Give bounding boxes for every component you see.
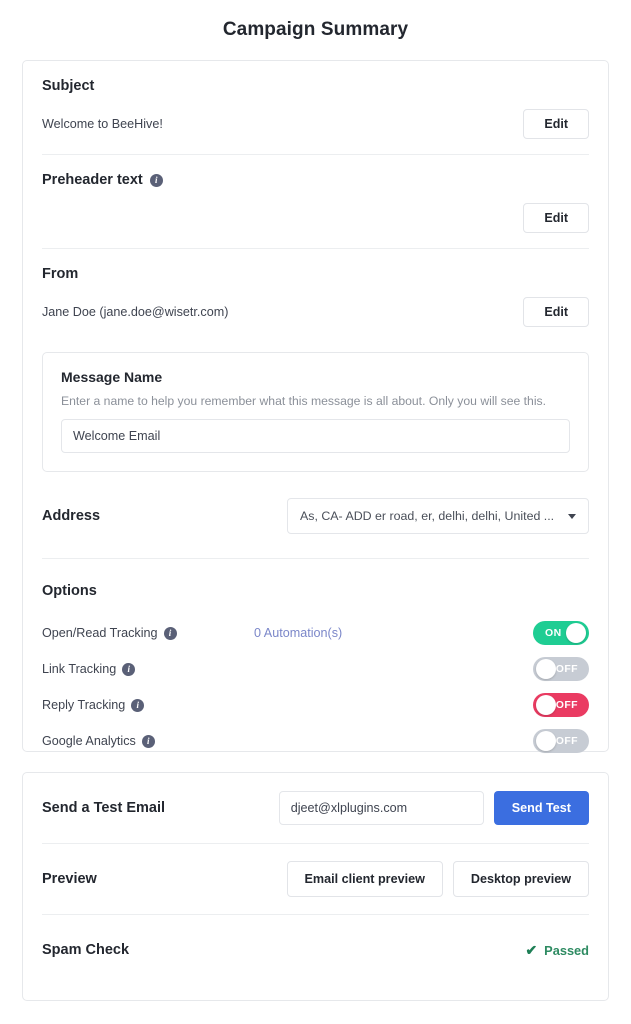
edit-subject-button[interactable]: Edit xyxy=(523,108,589,139)
campaign-summary-card: Subject Welcome to BeeHive! Edit Prehead… xyxy=(22,60,609,753)
preheader-section: Preheader text i Edit xyxy=(23,155,608,248)
address-label: Address xyxy=(42,508,101,524)
subject-value: Welcome to BeeHive! xyxy=(42,116,163,131)
send-test-email-label: Send a Test Email xyxy=(42,800,166,816)
option-label: Reply Tracking xyxy=(42,698,126,712)
toggle-state-label: ON xyxy=(545,627,562,639)
toggle-knob xyxy=(536,731,556,751)
preheader-heading: Preheader text i xyxy=(42,172,589,188)
subject-row: Welcome to BeeHive! Edit xyxy=(42,107,589,140)
status-badge: Passed xyxy=(544,942,589,958)
campaign-tools-card: Send a Test Email Send Test Preview Emai… xyxy=(22,772,609,1001)
toggle-knob xyxy=(566,623,586,643)
address-selected-value: As, CA- ADD er road, er, delhi, delhi, U… xyxy=(300,509,555,523)
email-client-preview-button[interactable]: Email client preview xyxy=(286,861,443,897)
option-label-wrap: Google Analytics i xyxy=(42,734,254,748)
message-name-title: Message Name xyxy=(61,369,163,385)
test-email-input[interactable] xyxy=(278,791,484,825)
spam-check-label: Spam Check xyxy=(42,942,130,958)
preview-row: Preview Email client preview Desktop pre… xyxy=(23,844,608,914)
toggle-state-label: OFF xyxy=(555,663,578,675)
page-title: Campaign Summary xyxy=(222,19,409,40)
address-section: Address As, CA- ADD er road, er, delhi, … xyxy=(23,472,608,558)
check-icon: ✔ xyxy=(525,942,538,958)
desktop-preview-button[interactable]: Desktop preview xyxy=(452,861,589,897)
toggle-knob xyxy=(536,659,556,679)
info-icon[interactable]: i xyxy=(163,626,177,640)
spam-check-status: ✔ Passed xyxy=(525,943,589,958)
message-name-panel: Message Name Enter a name to help you re… xyxy=(42,352,589,472)
option-row-open-read-tracking: Open/Read Tracking i 0 Automation(s) ON xyxy=(42,615,589,651)
options-label: Options xyxy=(42,583,97,599)
chevron-down-icon xyxy=(568,513,576,519)
preheader-row: Edit xyxy=(42,201,589,234)
toggle-open-read-tracking[interactable]: ON xyxy=(533,621,589,645)
info-icon[interactable]: i xyxy=(141,734,155,748)
from-label: From xyxy=(42,266,79,282)
option-label: Google Analytics xyxy=(42,734,136,748)
address-select[interactable]: As, CA- ADD er road, er, delhi, delhi, U… xyxy=(287,498,589,534)
spam-check-row: Spam Check ✔ Passed xyxy=(23,915,608,985)
send-test-controls: Send Test xyxy=(278,791,589,825)
send-test-button[interactable]: Send Test xyxy=(493,791,589,825)
edit-from-button[interactable]: Edit xyxy=(523,296,589,327)
campaign-summary-page: Campaign Summary Subject Welcome to BeeH… xyxy=(0,0,631,1024)
option-label-wrap: Link Tracking i xyxy=(42,662,254,676)
info-icon[interactable]: i xyxy=(131,698,145,712)
info-icon[interactable]: i xyxy=(149,173,163,187)
send-test-email-row: Send a Test Email Send Test xyxy=(23,773,608,843)
option-label-wrap: Open/Read Tracking i xyxy=(42,626,254,640)
from-heading: From xyxy=(42,266,589,282)
message-name-input[interactable] xyxy=(61,419,570,453)
toggle-reply-tracking[interactable]: OFF xyxy=(533,693,589,717)
info-icon[interactable]: i xyxy=(122,662,136,676)
from-row: Jane Doe (jane.doe@wisetr.com) Edit xyxy=(42,295,589,328)
toggle-link-tracking[interactable]: OFF xyxy=(533,657,589,681)
preview-label: Preview xyxy=(42,871,97,887)
toggle-state-label: OFF xyxy=(555,699,578,711)
automations-link[interactable]: 0 Automation(s) xyxy=(254,626,533,640)
preheader-label: Preheader text xyxy=(42,172,143,188)
options-heading: Options xyxy=(42,583,589,599)
from-section: From Jane Doe (jane.doe@wisetr.com) Edit xyxy=(23,249,608,342)
subject-heading: Subject xyxy=(42,78,589,94)
toggle-google-analytics[interactable]: OFF xyxy=(533,729,589,753)
toggle-knob xyxy=(536,695,556,715)
option-label: Link Tracking xyxy=(42,662,117,676)
from-value: Jane Doe (jane.doe@wisetr.com) xyxy=(42,304,229,319)
subject-section: Subject Welcome to BeeHive! Edit xyxy=(23,61,608,154)
toggle-state-label: OFF xyxy=(555,735,578,747)
preview-controls: Email client preview Desktop preview xyxy=(286,861,589,897)
option-label-wrap: Reply Tracking i xyxy=(42,698,254,712)
subject-label: Subject xyxy=(42,78,95,94)
option-row-reply-tracking: Reply Tracking i OFF xyxy=(42,687,589,723)
option-row-link-tracking: Link Tracking i OFF xyxy=(42,651,589,687)
message-name-description: Enter a name to help you remember what t… xyxy=(61,394,547,408)
option-label: Open/Read Tracking xyxy=(42,626,158,640)
edit-preheader-button[interactable]: Edit xyxy=(523,202,589,233)
options-section: Options Open/Read Tracking i 0 Automatio… xyxy=(23,559,608,779)
option-row-google-analytics: Google Analytics i OFF xyxy=(42,723,589,759)
